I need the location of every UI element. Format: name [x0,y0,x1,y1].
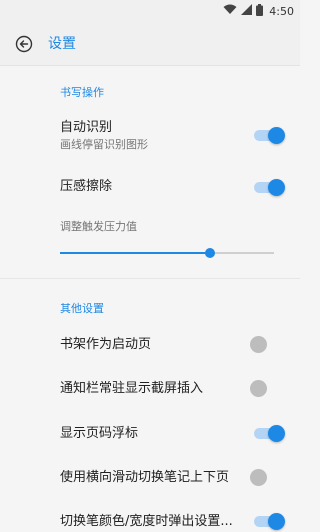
toggle-thumb [250,336,267,353]
toggle-thumb [268,127,285,144]
pressure-slider-label: 调整触发压力值 [60,220,137,233]
auto-recognize-title: 自动识别 [60,120,113,135]
status-icons: 4:50 [223,3,294,19]
pressure-erase-title: 压感擦除 [60,179,113,194]
battery-icon [256,3,264,19]
toggle-thumb [268,513,285,530]
status-time: 4:50 [269,4,294,18]
section-header-writing: 书写操作 [60,86,104,99]
section-divider [0,278,300,279]
back-arrow-icon [15,35,33,53]
pen-popup-toggle[interactable] [254,513,288,530]
bookshelf-start-title: 书架作为启动页 [60,337,152,352]
page-float-title: 显示页码浮标 [60,426,139,441]
wifi-icon [223,4,237,18]
back-button[interactable] [14,34,34,54]
auto-recognize-toggle[interactable] [254,127,288,144]
slider-knob[interactable] [204,248,215,258]
signal-icon [241,4,253,18]
notification-screenshot-title: 通知栏常驻显示截屏插入 [60,381,204,396]
notification-screenshot-toggle[interactable] [242,380,276,397]
pen-popup-title: 切换笔颜色/宽度时弹出设置... [60,514,233,529]
page-float-toggle[interactable] [254,425,288,442]
pressure-erase-toggle[interactable] [254,179,288,196]
toggle-thumb [268,425,285,442]
page-title: 设置 [48,36,76,52]
toggle-thumb [250,380,267,397]
swipe-pages-title: 使用横向滑动切换笔记上下页 [60,470,230,485]
toggle-thumb [250,469,267,486]
status-bar: 4:50 [0,0,300,22]
toggle-thumb [268,179,285,196]
app-bar: 设置 [0,22,300,66]
swipe-pages-toggle[interactable] [242,469,276,486]
bookshelf-start-toggle[interactable] [242,336,276,353]
auto-recognize-subtitle: 画线停留识别图形 [60,138,148,151]
section-header-other: 其他设置 [60,302,104,315]
pressure-slider[interactable] [60,248,274,258]
slider-fill [60,252,210,254]
